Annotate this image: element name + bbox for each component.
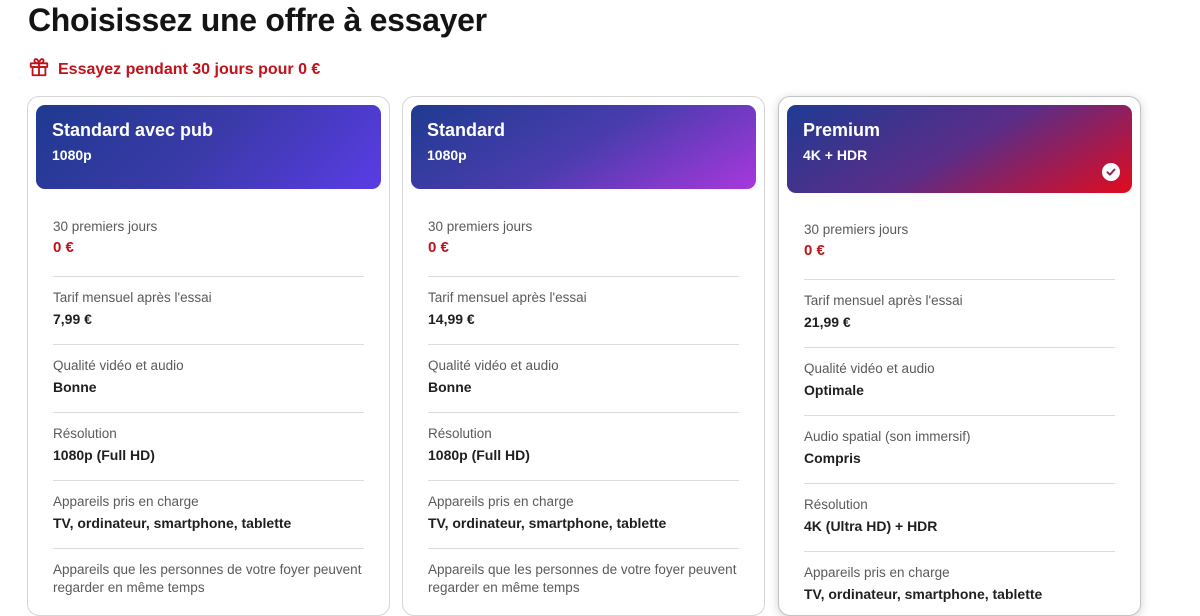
plan-name: Standard avec pub	[52, 120, 214, 140]
row-value: TV, ordinateur, smartphone, tablette	[804, 586, 1043, 602]
plan-details: 30 premiers jours 0 € Tarif mensuel aprè…	[428, 207, 739, 613]
plan-resolution-badge: 1080p	[52, 147, 92, 163]
plan-name: Premium	[803, 120, 881, 140]
row-label: Tarif mensuel après l'essai	[53, 290, 212, 305]
row-value: Compris	[804, 450, 861, 466]
row-label: Appareils que les personnes de votre foy…	[53, 562, 362, 595]
plan-row: Résolution 4K (Ultra HD) + HDR	[804, 484, 1115, 552]
plan-row: Appareils pris en charge TV, ordinateur,…	[53, 481, 364, 549]
plan-card-standard[interactable]: Standard 1080p 30 premiers jours 0 € Tar…	[402, 96, 765, 616]
plan-row: Tarif mensuel après l'essai 7,99 €	[53, 277, 364, 345]
row-label: Appareils pris en charge	[53, 494, 199, 509]
row-label: Tarif mensuel après l'essai	[428, 290, 587, 305]
row-label: Résolution	[428, 426, 492, 441]
row-label: Appareils pris en charge	[804, 565, 950, 580]
row-label: Tarif mensuel après l'essai	[804, 293, 963, 308]
row-value: Bonne	[428, 379, 472, 395]
row-label: 30 premiers jours	[428, 219, 533, 234]
row-value: 4K (Ultra HD) + HDR	[804, 518, 938, 534]
plan-details: 30 premiers jours 0 € Tarif mensuel aprè…	[53, 207, 364, 613]
row-value: 1080p (Full HD)	[428, 447, 530, 463]
plan-header[interactable]: Standard 1080p	[411, 105, 756, 189]
row-label: Qualité vidéo et audio	[428, 358, 559, 373]
plan-row: 30 premiers jours 0 €	[53, 207, 364, 277]
row-value: 1080p (Full HD)	[53, 447, 155, 463]
row-value: Bonne	[53, 379, 97, 395]
plan-row: Appareils pris en charge TV, ordinateur,…	[804, 552, 1115, 616]
plan-row: Qualité vidéo et audio Bonne	[53, 345, 364, 413]
plan-row: 30 premiers jours 0 €	[428, 207, 739, 277]
row-label: Audio spatial (son immersif)	[804, 429, 971, 444]
page-title: Choisissez une offre à essayer	[28, 2, 487, 38]
row-value: TV, ordinateur, smartphone, tablette	[428, 515, 667, 531]
plan-name: Standard	[427, 120, 506, 140]
plan-details: 30 premiers jours 0 € Tarif mensuel aprè…	[804, 210, 1115, 616]
plan-row: 30 premiers jours 0 €	[804, 210, 1115, 280]
plan-row: Qualité vidéo et audio Bonne	[428, 345, 739, 413]
plan-header[interactable]: Premium 4K + HDR	[787, 105, 1132, 193]
row-value: 21,99 €	[804, 314, 851, 330]
row-label: Résolution	[804, 497, 868, 512]
row-label: Appareils pris en charge	[428, 494, 574, 509]
row-label: Qualité vidéo et audio	[53, 358, 184, 373]
row-label: 30 premiers jours	[53, 219, 158, 234]
gift-icon	[28, 56, 50, 83]
row-label: Appareils que les personnes de votre foy…	[428, 562, 737, 595]
plan-row: Appareils pris en charge TV, ordinateur,…	[428, 481, 739, 549]
plan-row: Appareils que les personnes de votre foy…	[53, 549, 364, 613]
row-label: 30 premiers jours	[804, 222, 909, 237]
promo-text: Essayez pendant 30 jours pour 0 €	[58, 60, 321, 78]
row-value: 7,99 €	[53, 311, 92, 327]
plan-row: Qualité vidéo et audio Optimale	[804, 348, 1115, 416]
plan-row: Résolution 1080p (Full HD)	[428, 413, 739, 481]
row-label: Résolution	[53, 426, 117, 441]
row-value: TV, ordinateur, smartphone, tablette	[53, 515, 292, 531]
row-value: Optimale	[804, 382, 864, 398]
plan-resolution-badge: 4K + HDR	[803, 147, 868, 163]
row-value: 0 €	[53, 239, 74, 256]
plan-card-premium[interactable]: Premium 4K + HDR 30 premiers jours 0 € T…	[778, 96, 1141, 616]
plan-resolution-badge: 1080p	[427, 147, 467, 163]
plan-row: Résolution 1080p (Full HD)	[53, 413, 364, 481]
row-value: 0 €	[804, 242, 825, 259]
row-value: 0 €	[428, 239, 449, 256]
row-value: 14,99 €	[428, 311, 475, 327]
plan-header[interactable]: Standard avec pub 1080p	[36, 105, 381, 189]
row-label: Qualité vidéo et audio	[804, 361, 935, 376]
plan-card-standard-with-ads[interactable]: Standard avec pub 1080p 30 premiers jour…	[27, 96, 390, 616]
plan-row: Tarif mensuel après l'essai 14,99 €	[428, 277, 739, 345]
trial-promo: Essayez pendant 30 jours pour 0 €	[28, 56, 320, 83]
selected-check-icon	[1102, 163, 1120, 181]
plan-row: Audio spatial (son immersif) Compris	[804, 416, 1115, 484]
plan-row: Appareils que les personnes de votre foy…	[428, 549, 739, 613]
plan-row: Tarif mensuel après l'essai 21,99 €	[804, 280, 1115, 348]
